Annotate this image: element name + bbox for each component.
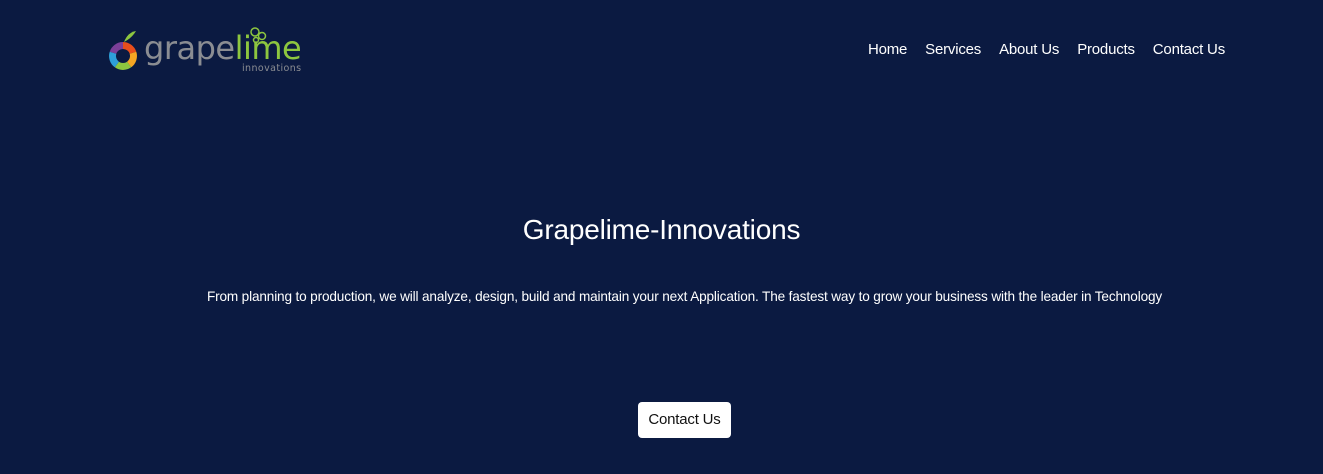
hero-title: Grapelime-Innovations	[522, 214, 801, 245]
logo-subtitle: innovations	[242, 63, 302, 74]
nav-services[interactable]: Services	[925, 41, 981, 59]
logo-word-grape: grape	[144, 29, 235, 67]
logo-wordmark: grapelime	[144, 29, 302, 67]
main-nav: Home Services About Us Products Contact …	[868, 41, 1225, 59]
brand-logo[interactable]: grapelime innovations	[106, 26, 312, 76]
nav-about-us[interactable]: About Us	[999, 41, 1059, 59]
nav-home[interactable]: Home	[868, 41, 907, 59]
hero-subtitle: From planning to production, we will ana…	[206, 289, 1163, 304]
contact-us-button[interactable]: Contact Us	[638, 402, 731, 438]
nav-products[interactable]: Products	[1077, 41, 1135, 59]
nav-contact-us[interactable]: Contact Us	[1153, 41, 1225, 59]
bubbles-icon	[250, 27, 267, 44]
grape-logo-icon	[109, 31, 137, 70]
